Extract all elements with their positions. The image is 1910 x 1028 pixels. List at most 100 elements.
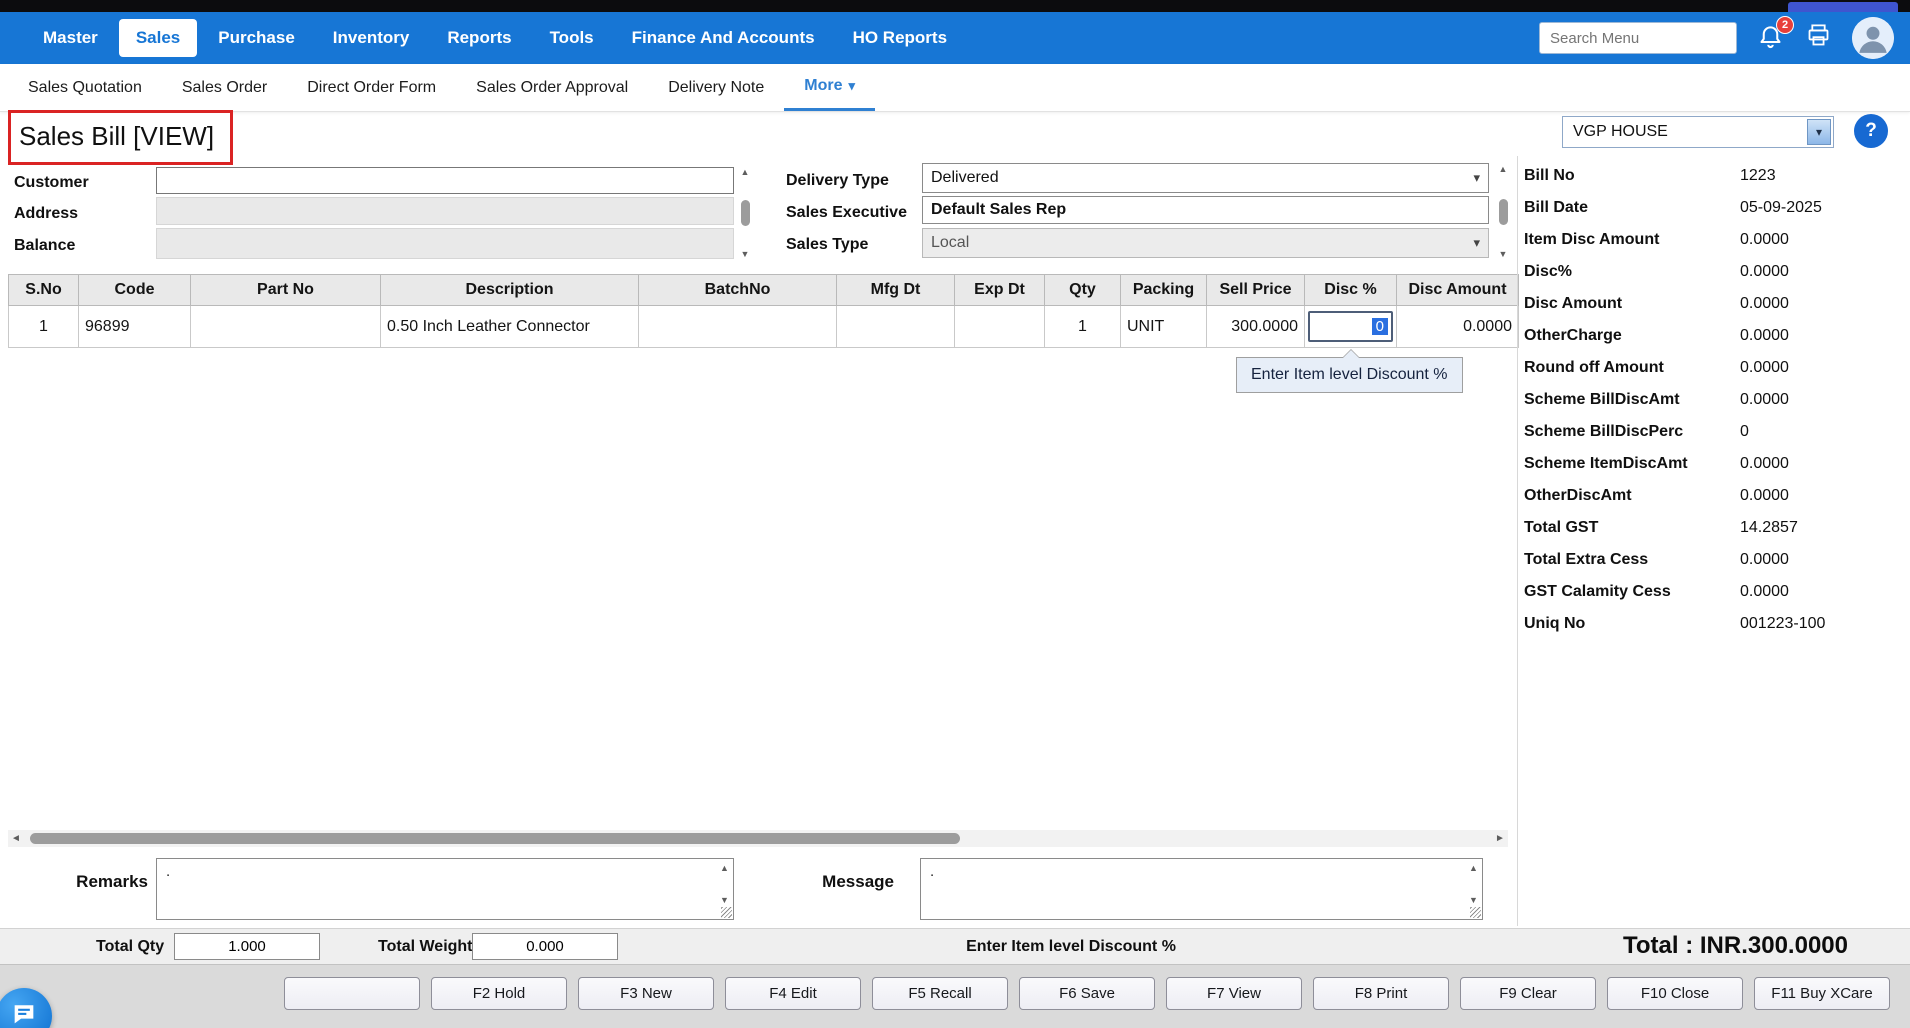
- col-qty: Qty: [1045, 275, 1121, 306]
- subnav-item-sales-order-approval[interactable]: Sales Order Approval: [456, 64, 648, 111]
- summary-row: Bill Date05-09-2025: [1518, 192, 1900, 224]
- disc-percent-input[interactable]: 0: [1308, 311, 1393, 342]
- sales-executive-input[interactable]: [922, 196, 1489, 224]
- subnav-item-delivery-note[interactable]: Delivery Note: [648, 64, 784, 111]
- summary-value: 0.0000: [1740, 551, 1789, 569]
- nav-item-reports[interactable]: Reports: [430, 19, 528, 57]
- help-button[interactable]: ?: [1854, 114, 1888, 148]
- delivery-type-label: Delivery Type: [786, 172, 889, 190]
- scroll-up-icon[interactable]: ▲: [1469, 863, 1478, 873]
- summary-row: Bill No1223: [1518, 160, 1900, 192]
- form-panel-scrollbar[interactable]: ▲ ▼: [1495, 163, 1511, 260]
- remarks-textarea[interactable]: . ▲ ▼: [156, 858, 734, 920]
- summary-value: 0.0000: [1740, 231, 1789, 249]
- total-qty-input[interactable]: [174, 933, 320, 960]
- summary-value: 0.0000: [1740, 583, 1789, 601]
- balance-field: [156, 228, 734, 259]
- summary-row: Uniq No001223-100: [1518, 608, 1900, 640]
- notifications-button[interactable]: 2: [1757, 24, 1785, 52]
- function-key-bar: F2 Hold F3 New F4 Edit F5 Recall F6 Save…: [0, 964, 1910, 1028]
- scrollbar-thumb[interactable]: [741, 200, 750, 226]
- main-navbar: Master Sales Purchase Inventory Reports …: [0, 12, 1910, 64]
- scroll-down-icon[interactable]: ▼: [741, 249, 750, 259]
- f9-clear-button[interactable]: F9 Clear: [1460, 977, 1596, 1010]
- f11-buy-xcare-button[interactable]: F11 Buy XCare: [1754, 977, 1890, 1010]
- subnav-item-sales-order[interactable]: Sales Order: [162, 64, 287, 111]
- scroll-up-icon[interactable]: ▲: [1499, 164, 1508, 174]
- remarks-text: .: [157, 859, 733, 884]
- summary-value: 0.0000: [1740, 455, 1789, 473]
- f10-close-button[interactable]: F10 Close: [1607, 977, 1743, 1010]
- summary-label: Total Extra Cess: [1518, 551, 1740, 569]
- scrollbar-thumb[interactable]: [30, 833, 960, 844]
- scrollbar-thumb[interactable]: [1499, 199, 1508, 225]
- scroll-up-icon[interactable]: ▲: [741, 167, 750, 177]
- customer-panel-scrollbar[interactable]: ▲ ▼: [737, 166, 753, 260]
- notification-badge: 2: [1776, 16, 1794, 34]
- summary-row: Scheme BillDiscPerc0: [1518, 416, 1900, 448]
- scroll-right-icon[interactable]: ►: [1492, 833, 1508, 844]
- subnav-item-direct-order-form[interactable]: Direct Order Form: [287, 64, 456, 111]
- bell-icon: [1757, 38, 1784, 55]
- table-row[interactable]: 1 96899 0.50 Inch Leather Connector 1 UN…: [9, 306, 1519, 348]
- f1-button[interactable]: [284, 977, 420, 1010]
- nav-item-tools[interactable]: Tools: [533, 19, 611, 57]
- col-batch-no: BatchNo: [639, 275, 837, 306]
- scroll-down-icon[interactable]: ▼: [1469, 895, 1478, 905]
- subnav-item-more[interactable]: More ▾: [784, 64, 875, 111]
- cell-description: 0.50 Inch Leather Connector: [381, 306, 639, 348]
- branch-select[interactable]: VGP HOUSE ▾: [1562, 116, 1834, 148]
- bill-summary-panel: Bill No1223 Bill Date05-09-2025 Item Dis…: [1518, 160, 1900, 640]
- subnav-item-sales-quotation[interactable]: Sales Quotation: [8, 64, 162, 111]
- resize-handle[interactable]: [1470, 907, 1481, 918]
- summary-label: Bill Date: [1518, 199, 1740, 217]
- nav-item-purchase[interactable]: Purchase: [201, 19, 312, 57]
- chevron-down-icon: ▾: [848, 78, 855, 94]
- f2-hold-button[interactable]: F2 Hold: [431, 977, 567, 1010]
- scroll-down-icon[interactable]: ▼: [720, 895, 729, 905]
- f3-new-button[interactable]: F3 New: [578, 977, 714, 1010]
- nav-item-sales[interactable]: Sales: [119, 19, 197, 57]
- col-exp-dt: Exp Dt: [955, 275, 1045, 306]
- col-packing: Packing: [1121, 275, 1207, 306]
- scroll-left-icon[interactable]: ◄: [8, 833, 24, 844]
- summary-value: 0.0000: [1740, 263, 1789, 281]
- nav-item-master[interactable]: Master: [26, 19, 115, 57]
- f5-recall-button[interactable]: F5 Recall: [872, 977, 1008, 1010]
- scroll-up-icon[interactable]: ▲: [720, 863, 729, 873]
- resize-handle[interactable]: [721, 907, 732, 918]
- user-avatar[interactable]: [1852, 17, 1894, 59]
- table-header-row: S.No Code Part No Description BatchNo Mf…: [9, 275, 1519, 306]
- nav-item-finance-and-accounts[interactable]: Finance And Accounts: [615, 19, 832, 57]
- search-input[interactable]: [1539, 22, 1737, 54]
- page-title: Sales Bill [VIEW]: [8, 110, 233, 165]
- f4-edit-button[interactable]: F4 Edit: [725, 977, 861, 1010]
- customer-input[interactable]: [156, 167, 734, 194]
- sales-type-label: Sales Type: [786, 236, 868, 254]
- total-weight-input[interactable]: [472, 933, 618, 960]
- f7-view-button[interactable]: F7 View: [1166, 977, 1302, 1010]
- summary-label: Scheme BillDiscPerc: [1518, 423, 1740, 441]
- table-horizontal-scrollbar[interactable]: ◄ ►: [8, 830, 1508, 847]
- message-textarea[interactable]: . ▲ ▼: [920, 858, 1483, 920]
- more-label: More: [804, 77, 842, 95]
- cell-code: 96899: [79, 306, 191, 348]
- summary-label: OtherDiscAmt: [1518, 487, 1740, 505]
- print-icon[interactable]: [1805, 22, 1832, 54]
- dropdown-button-icon[interactable]: ▾: [1807, 119, 1831, 145]
- sales-subnav: Sales Quotation Sales Order Direct Order…: [0, 64, 1910, 112]
- nav-item-ho-reports[interactable]: HO Reports: [836, 19, 964, 57]
- summary-label: Disc Amount: [1518, 295, 1740, 313]
- delivery-type-select[interactable]: Delivered ▾: [922, 163, 1489, 193]
- scroll-down-icon[interactable]: ▼: [1499, 249, 1508, 259]
- f8-print-button[interactable]: F8 Print: [1313, 977, 1449, 1010]
- nav-item-inventory[interactable]: Inventory: [316, 19, 427, 57]
- sales-type-value: Local: [931, 234, 969, 252]
- navbar-right: 2: [1539, 12, 1894, 64]
- summary-label: Scheme ItemDiscAmt: [1518, 455, 1740, 473]
- customer-label: Customer: [14, 174, 89, 192]
- f6-save-button[interactable]: F6 Save: [1019, 977, 1155, 1010]
- app-window: Master Sales Purchase Inventory Reports …: [0, 0, 1910, 1028]
- summary-row: Item Disc Amount0.0000: [1518, 224, 1900, 256]
- discount-tooltip: Enter Item level Discount %: [1236, 357, 1463, 393]
